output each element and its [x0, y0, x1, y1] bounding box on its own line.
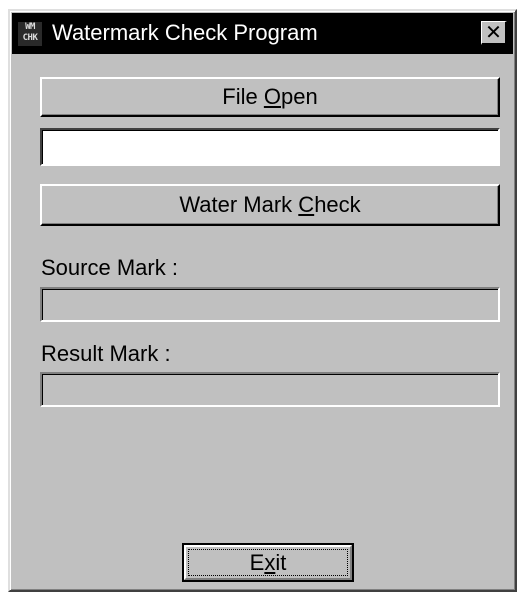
result-mark-label: Result Mark :: [41, 341, 171, 366]
exit-button-focus-ring: Exit: [188, 549, 348, 576]
water-mark-check-button[interactable]: Water Mark Check: [40, 184, 500, 226]
check-label-before: Water Mark: [179, 192, 299, 217]
file-open-label-after: pen: [280, 84, 318, 109]
window-title: Watermark Check Program: [52, 20, 318, 45]
close-icon: ✕: [485, 20, 502, 44]
app-icon[interactable]: WM CHK: [18, 22, 42, 46]
file-open-label-before: File: [222, 84, 264, 109]
file-path-input[interactable]: [40, 128, 500, 166]
check-mnemonic: C: [298, 192, 315, 217]
main-window: WM CHK Watermark Check Program ✕ File Op…: [8, 9, 517, 592]
exit-button[interactable]: Exit: [182, 543, 354, 582]
app-icon-text-bottom: CHK: [22, 33, 38, 43]
exit-mnemonic: x: [264, 550, 276, 575]
title-bar[interactable]: WM CHK Watermark Check Program ✕: [12, 13, 513, 54]
app-icon-text-top: WM: [25, 22, 35, 32]
close-button[interactable]: ✕: [481, 21, 507, 45]
exit-label-after: it: [275, 550, 287, 575]
source-mark-field: [40, 287, 500, 322]
file-open-button[interactable]: File Open: [40, 77, 500, 117]
source-mark-label: Source Mark :: [41, 255, 178, 280]
result-mark-field: [40, 372, 500, 407]
check-label-after: heck: [314, 192, 361, 217]
file-open-mnemonic: O: [263, 84, 281, 109]
exit-label-before: E: [249, 550, 265, 575]
